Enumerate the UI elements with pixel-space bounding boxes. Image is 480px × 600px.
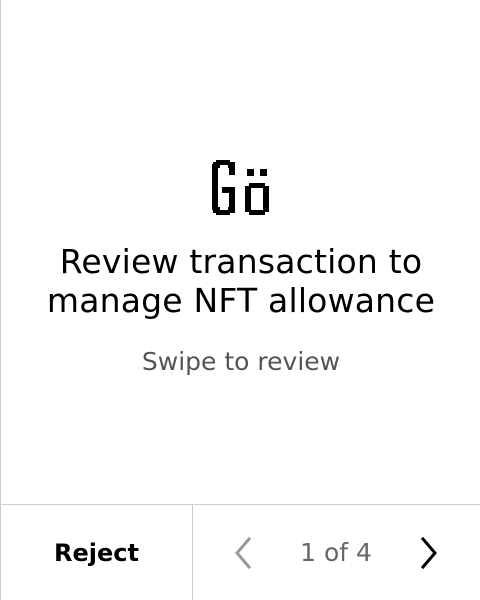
go-logo-icon xyxy=(212,160,269,215)
review-title: Review transaction to manage NFT allowan… xyxy=(46,242,436,320)
swipe-hint: Swipe to review xyxy=(141,347,341,376)
review-screen: Review transaction to manage NFT allowan… xyxy=(0,0,480,600)
page-navigation: 1 of 4 xyxy=(193,505,480,600)
page-indicator: 1 of 4 xyxy=(300,538,372,567)
chevron-left-icon xyxy=(235,536,252,570)
reject-button[interactable]: Reject xyxy=(1,505,193,600)
chevron-right-icon[interactable] xyxy=(415,535,443,571)
navigation-footer: Reject 1 of 4 xyxy=(1,504,480,600)
